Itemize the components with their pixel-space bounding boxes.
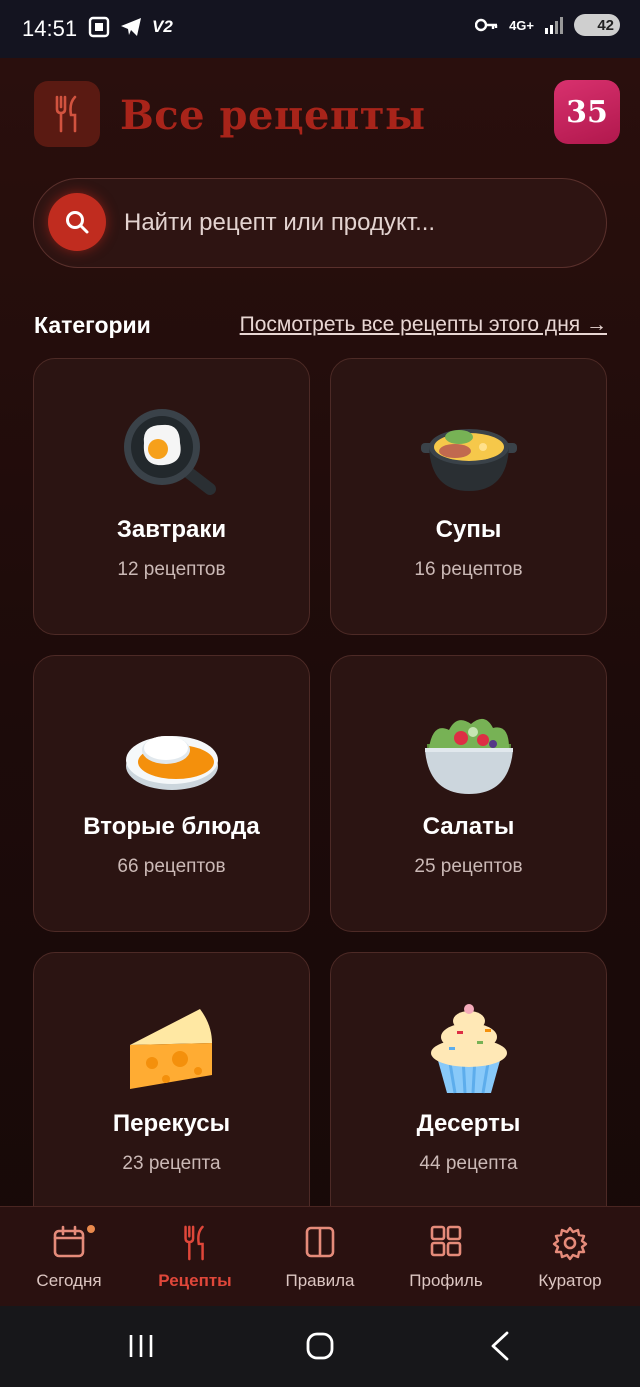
category-count: 16 рецептов <box>414 559 523 580</box>
category-count: 66 рецептов <box>117 856 226 877</box>
signal-icon <box>545 17 563 34</box>
book-icon <box>256 1225 384 1265</box>
recent-apps-icon <box>129 1335 153 1357</box>
battery-level: 42 <box>597 16 614 34</box>
search-bar <box>33 178 607 268</box>
cheese-icon <box>34 1001 309 1101</box>
status-bar: 14:51 V2 4G+ 42 <box>0 0 640 58</box>
view-all-recipes-link[interactable]: Посмотреть все рецепты этого дня → <box>240 313 607 337</box>
categories-heading: Категории <box>34 312 151 338</box>
category-card-salads[interactable]: Салаты 25 рецептов <box>330 655 607 932</box>
nav-item-curator[interactable]: Куратор <box>506 1225 634 1291</box>
nav-item-profile[interactable]: Профиль <box>382 1225 510 1291</box>
category-card-main-dishes[interactable]: Вторые блюда 66 рецептов <box>33 655 310 932</box>
category-count: 23 рецепта <box>122 1153 221 1174</box>
nav-item-rules[interactable]: Правила <box>256 1225 384 1291</box>
key-icon <box>475 18 498 32</box>
home-icon <box>306 1332 334 1360</box>
notification-dot <box>87 1225 95 1233</box>
bottom-nav: Сегодня Рецепты Правила Профиль Куратор <box>0 1206 640 1306</box>
status-left-icons: V2 <box>88 16 173 38</box>
nav-item-recipes[interactable]: Рецепты <box>131 1225 259 1291</box>
app-logo[interactable] <box>34 81 100 147</box>
category-name: Вторые блюда <box>83 813 260 840</box>
nav-label: Правила <box>285 1271 355 1290</box>
category-name: Десерты <box>416 1110 521 1137</box>
search-input[interactable] <box>124 201 584 245</box>
rice-curry-icon <box>34 704 309 804</box>
battery-indicator: 42 <box>574 14 620 36</box>
soup-pot-icon <box>331 407 606 507</box>
network-label: 4G+ <box>509 17 534 33</box>
status-time: 14:51 <box>22 16 78 41</box>
search-button[interactable] <box>48 193 106 251</box>
telegram-icon <box>121 18 141 36</box>
salad-bowl-icon <box>331 704 606 804</box>
nav-label: Профиль <box>409 1271 483 1290</box>
page-title: Все рецепты <box>120 92 426 139</box>
system-nav-bar <box>0 1306 640 1387</box>
category-grid: Завтраки 12 рецептов Супы 16 рецептов Вт… <box>33 358 607 1229</box>
recent-apps-button[interactable] <box>111 1326 171 1366</box>
nav-label: Куратор <box>538 1271 602 1290</box>
streak-value: 35 <box>566 94 608 130</box>
back-button[interactable] <box>470 1326 530 1366</box>
category-card-desserts[interactable]: Десерты 44 рецепта <box>330 952 607 1229</box>
home-button[interactable] <box>290 1326 350 1366</box>
fork-knife-icon <box>55 95 77 133</box>
nav-label: Сегодня <box>36 1271 102 1290</box>
nav-item-today[interactable]: Сегодня <box>5 1225 133 1291</box>
category-card-breakfast[interactable]: Завтраки 12 рецептов <box>33 358 310 635</box>
header: Все рецепты 35 <box>0 58 640 178</box>
category-name: Супы <box>435 516 502 543</box>
fried-egg-pan-icon <box>34 407 309 507</box>
grid-icon <box>382 1225 510 1265</box>
cupcake-icon <box>331 1001 606 1101</box>
back-icon <box>491 1331 509 1361</box>
category-count: 44 рецепта <box>419 1153 518 1174</box>
status-right-icons: 4G+ 42 <box>475 14 620 36</box>
category-card-soups[interactable]: Супы 16 рецептов <box>330 358 607 635</box>
calendar-icon <box>5 1225 133 1265</box>
category-count: 12 рецептов <box>117 559 226 580</box>
category-count: 25 рецептов <box>414 856 523 877</box>
gear-icon <box>506 1225 634 1265</box>
category-name: Перекусы <box>112 1110 231 1137</box>
nav-label: Рецепты <box>158 1271 232 1290</box>
fork-knife-icon <box>131 1225 259 1265</box>
category-name: Салаты <box>422 813 515 840</box>
category-card-snacks[interactable]: Перекусы 23 рецепта <box>33 952 310 1229</box>
app-screen: Все рецепты 35 Категории Посмотреть все … <box>0 58 640 1306</box>
streak-badge[interactable]: 35 <box>554 80 620 144</box>
screenshot-icon <box>88 16 110 38</box>
category-name: Завтраки <box>116 516 227 543</box>
vpn-label: V2 <box>152 17 173 36</box>
search-icon <box>66 211 89 234</box>
